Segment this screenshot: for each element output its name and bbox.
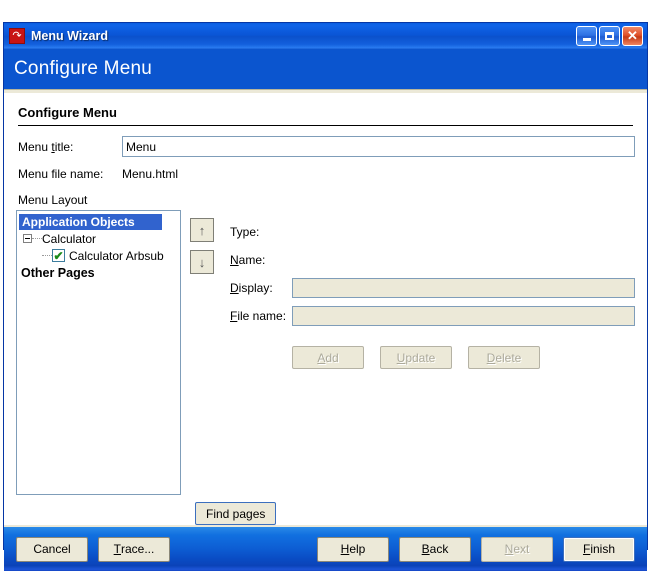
display-input[interactable]: [292, 278, 635, 298]
trace-button[interactable]: Trace...: [98, 536, 170, 562]
tree-row-calculator[interactable]: Calculator: [18, 230, 180, 247]
layout-editor: Application Objects Calculator ✔ Calcula…: [16, 210, 635, 495]
name-label: Name:: [230, 253, 266, 267]
next-button[interactable]: Next: [481, 536, 553, 562]
menu-layout-label: Menu Layout: [18, 193, 88, 207]
menu-file-name-value: Menu.html: [122, 167, 179, 181]
close-button[interactable]: ✕: [622, 26, 643, 46]
title-bar[interactable]: ↷ Menu Wizard ✕: [4, 23, 647, 49]
finish-button[interactable]: Finish: [563, 536, 635, 562]
name-row: Name:: [230, 246, 635, 274]
item-detail-pane: Type: Name: Display: File name: Add U pd…: [230, 210, 635, 369]
cancel-button[interactable]: Cancel: [16, 536, 88, 562]
crud-buttons: Add Update Delete: [292, 346, 635, 369]
move-up-button[interactable]: ↑: [190, 218, 214, 242]
maximize-button[interactable]: [599, 26, 620, 46]
file-name-label: File name:: [230, 309, 287, 323]
tree-row-application-objects[interactable]: Application Objects: [18, 213, 180, 230]
maximize-icon: [605, 32, 614, 40]
menu-wizard-window: ↷ Menu Wizard ✕ Configure Menu Configure…: [3, 22, 648, 571]
file-name-input[interactable]: [292, 306, 635, 326]
menu-title-label: Menu title:: [18, 139, 74, 154]
menu-file-name-row: Menu file name: Menu.html: [16, 167, 635, 181]
arrow-down-icon: ↓: [198, 254, 206, 270]
menu-layout-tree[interactable]: Application Objects Calculator ✔ Calcula…: [16, 210, 181, 495]
menu-title-row: Menu title:: [16, 136, 635, 157]
menu-file-name-label: Menu file name:: [18, 167, 104, 181]
tree-connector: [42, 254, 52, 257]
file-name-row: File name:: [230, 302, 635, 330]
type-label: Type:: [230, 225, 260, 239]
tree-item-calculator-arbsub[interactable]: Calculator Arbsub: [65, 249, 164, 263]
help-button[interactable]: Help: [317, 536, 389, 562]
move-down-button[interactable]: ↓: [190, 250, 214, 274]
footer-left-buttons: Cancel Trace...: [16, 536, 170, 562]
display-label: Display:: [230, 281, 273, 295]
tree-item-calculator[interactable]: Calculator: [42, 232, 96, 246]
footer-right-buttons: Help Back Next Finish: [317, 536, 635, 562]
window-title: Menu Wizard: [31, 29, 108, 43]
display-row: Display:: [230, 274, 635, 302]
back-button[interactable]: Back: [399, 536, 471, 562]
close-icon: ✕: [627, 28, 638, 43]
app-arrow-icon[interactable]: ↷: [9, 28, 25, 44]
title-divider: [18, 125, 633, 126]
menu-title-input[interactable]: [122, 136, 635, 157]
arrow-up-icon: ↑: [198, 222, 206, 238]
tree-row-other-pages[interactable]: Other Pages: [18, 264, 180, 281]
wizard-body: Configure Menu Menu title: Menu file nam…: [4, 93, 647, 525]
minimize-button[interactable]: [576, 26, 597, 46]
delete-button[interactable]: Delete: [468, 346, 540, 369]
minimize-icon: [582, 37, 591, 41]
update-button[interactable]: Update: [380, 346, 452, 369]
find-pages-row: Find pages: [16, 502, 635, 525]
tree-item-application-objects[interactable]: Application Objects: [19, 214, 162, 230]
reorder-buttons: ↑ ↓: [190, 210, 214, 274]
wizard-header-title: Configure Menu: [14, 58, 152, 79]
type-row: Type:: [230, 218, 635, 246]
collapse-calculator-icon[interactable]: [23, 234, 32, 243]
wizard-footer: Cancel Trace... Help Back Next Finish: [4, 525, 647, 571]
tree-connector: [32, 237, 42, 240]
find-pages-button[interactable]: Find pages: [195, 502, 277, 525]
window-controls: ✕: [576, 26, 645, 46]
tree-item-other-pages[interactable]: Other Pages: [18, 266, 95, 280]
add-button[interactable]: Add: [292, 346, 364, 369]
checkbox-calculator-arbsub[interactable]: ✔: [52, 249, 65, 262]
wizard-header: Configure Menu: [4, 49, 647, 89]
page-title: Configure Menu: [18, 105, 117, 120]
tree-row-calculator-arbsub[interactable]: ✔ Calculator Arbsub: [18, 247, 180, 264]
